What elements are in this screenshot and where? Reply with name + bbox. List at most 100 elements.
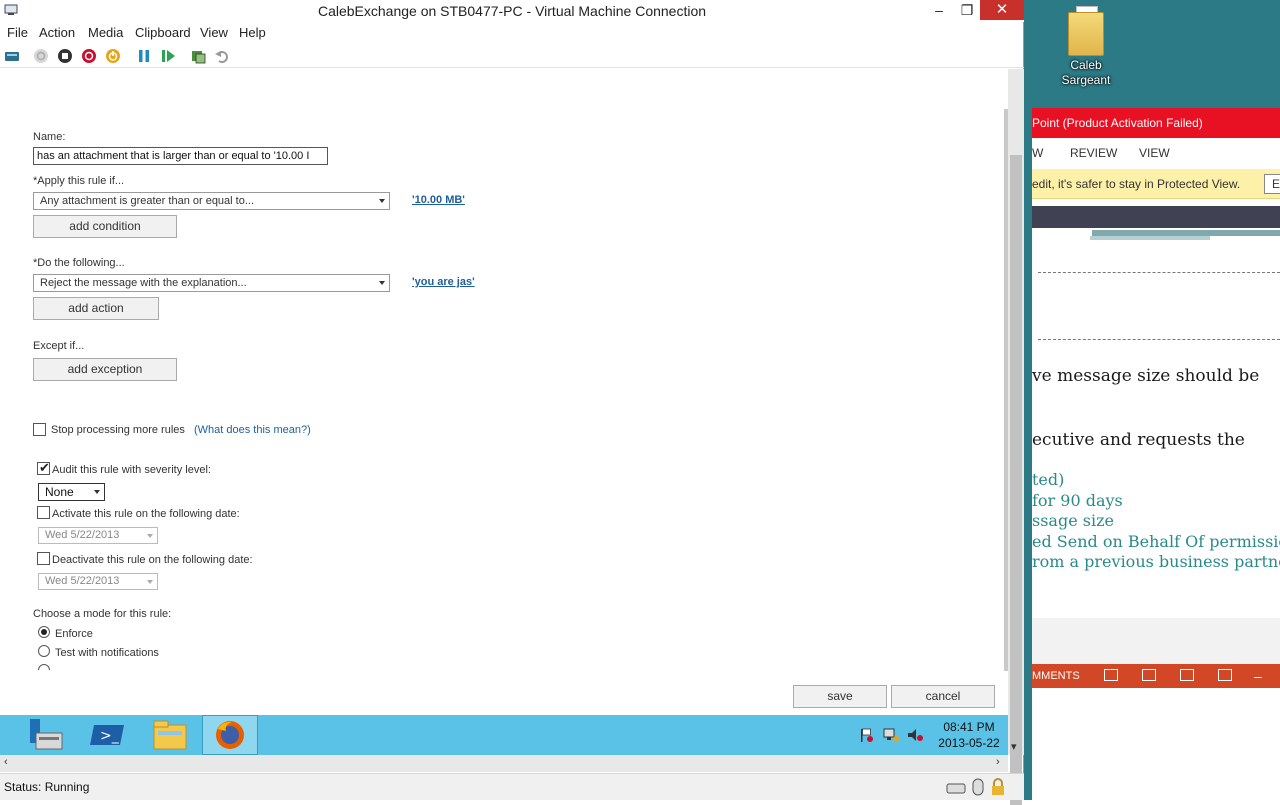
slide-line-4: for 90 days <box>1032 491 1123 510</box>
condition-select-value: Any attachment is greater than or equal … <box>40 195 255 207</box>
file-explorer-icon[interactable] <box>142 715 198 755</box>
checkmark-icon: ✔ <box>39 460 50 475</box>
shut-down-icon[interactable] <box>81 48 97 64</box>
slide-line-3: ted) <box>1032 470 1065 489</box>
resume-icon[interactable] <box>160 48 176 64</box>
third-mode-radio[interactable] <box>38 664 50 670</box>
status-bar: Status: Running <box>0 773 1024 800</box>
condition-select[interactable]: Any attachment is greater than or equal … <box>33 192 390 210</box>
desktop-folder-label[interactable]: Caleb Sargeant <box>1054 58 1118 88</box>
test-notifications-radio[interactable] <box>38 645 50 657</box>
menu-clipboard[interactable]: Clipboard <box>135 25 191 40</box>
activate-date-picker[interactable]: Wed 5/22/2013 <box>38 527 158 544</box>
vm-horizontal-scrollbar[interactable]: ‹ › <box>0 755 1008 772</box>
network-icon[interactable] <box>882 727 900 743</box>
slide-line-2: ecutive and requests the <box>1032 430 1245 450</box>
chevron-down-icon <box>94 490 100 494</box>
stop-processing-checkbox[interactable] <box>33 423 46 436</box>
scroll-right-icon[interactable]: › <box>996 756 1000 768</box>
action-select-value: Reject the message with the explanation.… <box>40 277 247 289</box>
host-desktop: Caleb Sargeant Point (Product Activation… <box>1024 0 1280 800</box>
menu-help[interactable]: Help <box>239 25 266 40</box>
ribbon-tab-w[interactable]: W <box>1032 146 1043 160</box>
save-button[interactable]: save <box>793 685 887 708</box>
audit-checkbox[interactable]: ✔ <box>37 460 50 475</box>
normal-view-icon[interactable] <box>1104 669 1118 681</box>
chevron-down-icon <box>147 580 153 584</box>
action-center-flag-icon[interactable] <box>858 727 874 743</box>
folder-icon[interactable] <box>1064 4 1108 56</box>
cancel-button[interactable]: cancel <box>891 685 995 708</box>
firefox-icon[interactable] <box>202 715 258 755</box>
action-value-link[interactable]: 'you are jas' <box>412 276 475 288</box>
add-exception-button[interactable]: add exception <box>33 358 177 381</box>
activate-date-value: Wed 5/22/2013 <box>45 529 120 541</box>
enable-editing-button[interactable]: E <box>1264 174 1280 194</box>
turn-off-icon[interactable] <box>57 48 73 64</box>
radio-selected-dot <box>41 629 47 635</box>
condition-value-link[interactable]: '10.00 MB' <box>412 194 465 206</box>
chevron-down-icon <box>147 534 153 538</box>
menu-action[interactable]: Action <box>39 25 75 40</box>
slide-line-6: ed Send on Behalf Of permissions <box>1032 532 1280 551</box>
keyboard-icon <box>946 783 966 794</box>
enforce-radio[interactable] <box>38 626 50 638</box>
powershell-icon[interactable]: >_ <box>80 715 136 755</box>
ribbon-tab-view[interactable]: VIEW <box>1139 146 1170 160</box>
pause-icon[interactable] <box>136 48 152 64</box>
severity-select[interactable]: None <box>38 483 105 501</box>
do-following-label: *Do the following... <box>33 257 125 269</box>
slide-header-bar <box>1032 206 1280 228</box>
menu-file[interactable]: File <box>7 25 28 40</box>
rule-name-input[interactable] <box>33 147 328 165</box>
slide-sorter-icon[interactable] <box>1142 669 1156 681</box>
ppt-ribbon: W REVIEW VIEW <box>1032 138 1280 168</box>
deactivate-date-value: Wed 5/22/2013 <box>45 575 120 587</box>
menu-media[interactable]: Media <box>88 25 123 40</box>
vm-vertical-scroll-thumb[interactable] <box>1010 155 1022 805</box>
ppt-statusbar: MMENTS – <box>1032 664 1280 688</box>
menu-bar: File Action Media Clipboard View Help <box>0 23 1024 43</box>
action-select[interactable]: Reject the message with the explanation.… <box>33 274 390 292</box>
menu-view[interactable]: View <box>200 25 228 40</box>
reading-view-icon[interactable] <box>1180 669 1194 681</box>
ribbon-tab-review[interactable]: REVIEW <box>1070 146 1117 160</box>
restore-button[interactable]: ❐ <box>954 0 980 20</box>
mode-label: Choose a mode for this rule: <box>33 608 172 620</box>
what-does-this-mean-link[interactable]: (What does this mean?) <box>194 424 311 436</box>
clock[interactable]: 08:41 PM 2013-05-22 <box>938 719 1000 751</box>
start-icon[interactable] <box>33 48 49 64</box>
protected-view-bar: edit, it's safer to stay in Protected Vi… <box>1032 169 1280 199</box>
chevron-down-icon <box>379 199 385 203</box>
server-manager-icon[interactable] <box>20 715 76 755</box>
vm-titlebar: CalebExchange on STB0477-PC - Virtual Ma… <box>0 0 1024 22</box>
deactivate-date-label: Deactivate this rule on the following da… <box>52 554 253 566</box>
guest-taskbar: >_ 08:41 PM 2013-05-22 <box>0 715 1008 755</box>
slideshow-icon[interactable] <box>1218 669 1232 681</box>
slide-line-7: rom a previous business partner: <box>1032 552 1280 571</box>
add-condition-button[interactable]: add condition <box>33 215 177 238</box>
deactivate-date-checkbox[interactable] <box>37 552 50 565</box>
audit-label: Audit this rule with severity level: <box>52 464 211 476</box>
close-button[interactable]: ✕ <box>980 0 1024 20</box>
vm-toolbar <box>0 44 1024 68</box>
activate-date-checkbox[interactable] <box>37 506 50 519</box>
add-action-button[interactable]: add action <box>33 297 159 320</box>
ppt-notes-area <box>1032 618 1280 664</box>
minimize-button[interactable]: – <box>926 0 952 20</box>
save-state-icon[interactable] <box>105 48 121 64</box>
volume-muted-icon[interactable] <box>906 727 924 743</box>
scroll-left-icon[interactable]: ‹ <box>4 756 8 768</box>
severity-value: None <box>45 485 74 499</box>
checkpoint-icon[interactable] <box>190 48 206 64</box>
vm-vertical-scrollbar[interactable] <box>1008 69 1024 805</box>
scroll-down-icon[interactable]: ▾ <box>1011 740 1017 753</box>
placeholder-border-bottom <box>1038 339 1280 340</box>
enforce-label: Enforce <box>55 628 93 640</box>
zoom-out-icon[interactable]: – <box>1254 664 1262 688</box>
revert-icon[interactable] <box>214 48 230 64</box>
placeholder-border-top <box>1038 272 1280 273</box>
ctrl-alt-del-icon[interactable] <box>4 48 20 64</box>
deactivate-date-picker[interactable]: Wed 5/22/2013 <box>38 573 158 590</box>
comments-label[interactable]: MMENTS <box>1032 670 1080 682</box>
